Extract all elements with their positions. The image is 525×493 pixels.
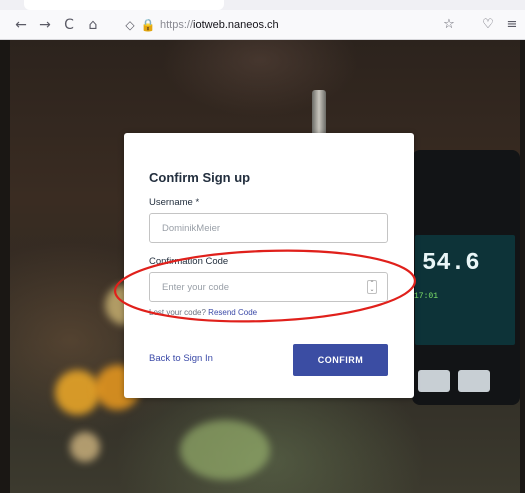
username-label: Username *	[149, 197, 200, 208]
resend-code-link[interactable]: Resend Code	[208, 308, 257, 317]
shield-icon[interactable]: ◇	[122, 17, 138, 33]
reload-icon[interactable]: C	[60, 16, 78, 34]
home-icon[interactable]: ⌂	[84, 16, 102, 34]
device-button	[458, 370, 490, 392]
url-scheme: https://	[160, 19, 194, 31]
tab-strip	[0, 0, 525, 10]
url-host: iotweb.naneos.ch	[193, 19, 279, 31]
number-spinner-icon[interactable]: ⌃ ⌄	[367, 280, 377, 294]
lost-code-text: Lost your code?	[149, 308, 206, 317]
device-button	[418, 370, 450, 392]
confirmation-code-label: Confirmation Code	[149, 256, 229, 267]
forward-arrow-icon[interactable]: →	[36, 16, 54, 34]
browser-toolbar: ← → C ⌂ ◇ 🔒 https://iotweb.naneos.ch ☆ ♡…	[0, 0, 525, 40]
background-bokeh	[55, 370, 100, 415]
lost-code-hint: Lost your code? Resend Code	[149, 308, 257, 317]
username-value: DominikMeier	[162, 223, 221, 234]
confirm-signup-card: Confirm Sign up Username * DominikMeier …	[124, 133, 414, 398]
url-text[interactable]: https://iotweb.naneos.ch	[160, 19, 279, 31]
confirmation-code-placeholder: Enter your code	[162, 282, 230, 293]
background-bokeh	[70, 432, 100, 462]
active-tab[interactable]	[24, 0, 224, 10]
bookmark-star-icon[interactable]: ☆	[440, 16, 458, 34]
back-to-sign-in-link[interactable]: Back to Sign In	[149, 353, 213, 364]
url-bar[interactable]: ◇ 🔒 https://iotweb.naneos.ch	[118, 15, 468, 37]
pocket-icon[interactable]: ♡	[479, 16, 497, 34]
confirm-button[interactable]: CONFIRM	[293, 344, 388, 376]
back-arrow-icon[interactable]: ←	[12, 16, 30, 34]
page-title: Confirm Sign up	[149, 170, 251, 185]
lock-icon[interactable]: 🔒	[140, 17, 156, 33]
username-input[interactable]: DominikMeier	[149, 213, 388, 243]
background-bokeh	[180, 420, 270, 480]
device-sub-reading: 17:01	[414, 292, 439, 301]
hamburger-menu-icon[interactable]: ≡	[503, 16, 521, 34]
device-reading: 54.6	[422, 250, 480, 277]
confirmation-code-input[interactable]: Enter your code ⌃ ⌄	[149, 272, 388, 302]
